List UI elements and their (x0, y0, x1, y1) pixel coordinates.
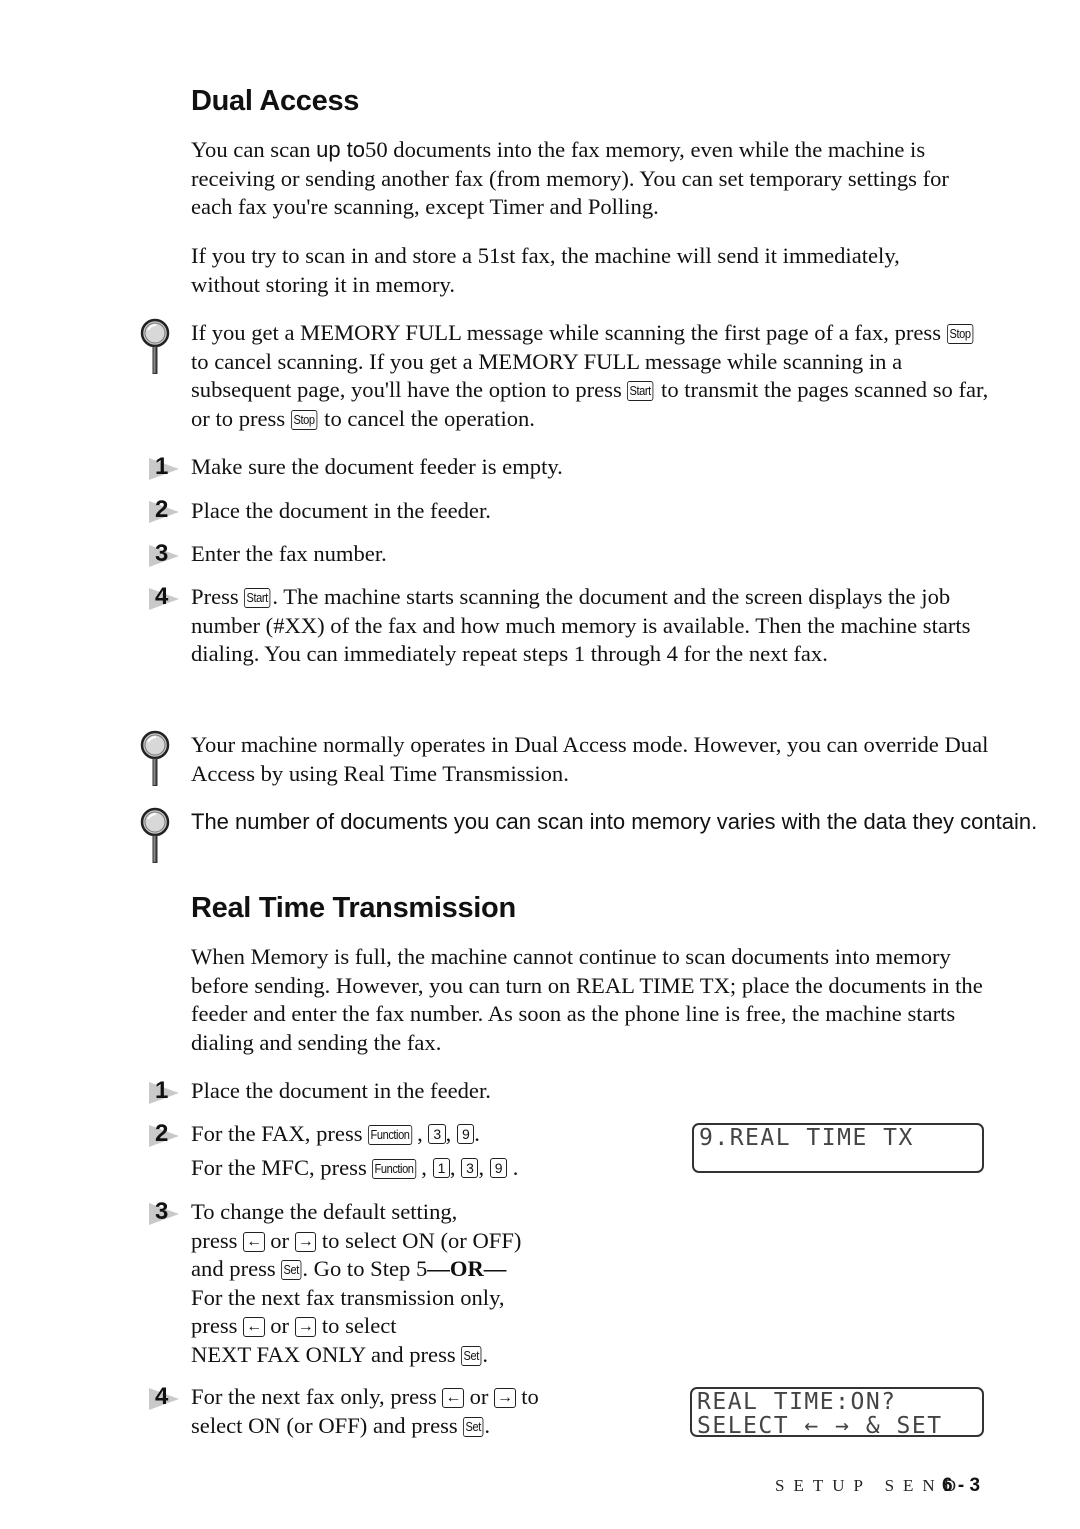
real-time-step-4: For the next fax only, press ← or → to s… (191, 1383, 651, 1440)
digit-key-3: 3 (428, 1124, 446, 1144)
dual-access-paragraph-1: You can scan up to50 documents into the … (191, 136, 991, 222)
step-number-1: 1 (149, 1077, 179, 1107)
set-key: Set (461, 1345, 482, 1366)
step-digit: 4 (155, 583, 169, 610)
text-line: press ← or → to select (191, 1312, 651, 1341)
or-separator: —OR— (427, 1256, 507, 1282)
lcd-display-real-time-on: REAL TIME:ON? SELECT ← → & SET (690, 1387, 984, 1439)
dual-access-step-2: Place the document in the feeder. (191, 498, 491, 523)
step-digit: 3 (155, 1198, 169, 1225)
stop-key: Stop (946, 324, 973, 344)
dual-access-step-3: Enter the fax number. (191, 541, 387, 566)
digit-key-1: 1 (432, 1157, 450, 1178)
section-title-dual-access: Dual Access (191, 85, 360, 117)
set-key: Set (463, 1416, 484, 1437)
start-key: Start (627, 381, 654, 402)
text: For the MFC, press (191, 1154, 373, 1180)
text: or (264, 1313, 295, 1339)
right-arrow-key: → (494, 1388, 516, 1408)
text: to (515, 1384, 539, 1409)
stop-key: Stop (290, 409, 317, 430)
text: If you get a MEMORY FULL message while s… (191, 320, 947, 345)
text-up-to: up to (316, 137, 366, 162)
text: to select (316, 1313, 397, 1339)
real-time-step-3: To change the default setting, press ← o… (191, 1198, 651, 1370)
text: select ON (or OFF) and press (191, 1412, 464, 1438)
fax-instruction: For the FAX, press Function, 3, 9. (191, 1121, 480, 1146)
left-arrow-key: ← (243, 1231, 265, 1252)
text: For the next fax only, press (191, 1384, 443, 1409)
step-number-4: 4 (149, 1383, 179, 1413)
text: press (191, 1227, 244, 1253)
text-line: To change the default setting, (191, 1199, 458, 1224)
text: . The machine starts scanning the docume… (191, 584, 971, 667)
text: Press (191, 584, 245, 609)
text: . Go to Step 5 (302, 1256, 428, 1282)
step-digit: 2 (155, 1120, 169, 1147)
step-number-3: 3 (149, 540, 179, 570)
text-line: For the next fax transmission only, (191, 1284, 505, 1310)
function-key: Function (368, 1125, 413, 1145)
step-number-1: 1 (149, 453, 179, 483)
text: You can scan (191, 137, 317, 162)
step-digit: 2 (155, 496, 169, 523)
lcd-display-real-time-tx: 9.REAL TIME TX (692, 1123, 984, 1173)
note-dual-access-mode: Your machine normally operates in Dual A… (191, 732, 989, 786)
text: to select ON (or OFF) (316, 1227, 522, 1253)
text: press (191, 1313, 244, 1339)
step-number-2: 2 (149, 496, 179, 526)
real-time-paragraph: When Memory is full, the machine cannot … (191, 944, 983, 1055)
step-digit: 1 (155, 453, 169, 480)
magnifier-note-icon (140, 807, 170, 863)
text-line: and press Set. Go to Step 5—OR— (191, 1255, 651, 1284)
step-number-3: 3 (149, 1198, 179, 1228)
lcd-line-2: SELECT ← → & SET (697, 1413, 943, 1439)
real-time-step-1: Place the document in the feeder. (191, 1078, 491, 1103)
digit-key-9: 9 (456, 1124, 475, 1144)
dual-access-step-4: Press Start. The machine starts scanning… (191, 583, 981, 669)
mfc-instruction: For the MFC, press Function, 1, 3, 9 . (191, 1154, 519, 1180)
footer-page-number: 6 - 3 (942, 1475, 981, 1496)
text: . (484, 1412, 490, 1438)
lcd-line-1: 9.REAL TIME TX (699, 1125, 914, 1151)
digit-key-9: 9 (489, 1157, 508, 1178)
step-digit: 1 (155, 1077, 169, 1104)
note-memory-full: If you get a MEMORY FULL message while s… (191, 319, 991, 433)
text-line: For the next fax only, press ← or → to (191, 1383, 651, 1412)
dual-access-step-1: Make sure the document feeder is empty. (191, 454, 563, 479)
text: or (264, 1227, 295, 1253)
step-number-4: 4 (149, 583, 179, 613)
set-key: Set (281, 1260, 302, 1281)
text-line: press ← or → to select ON (or OFF) (191, 1227, 651, 1256)
text: For the FAX, press (191, 1121, 369, 1146)
right-arrow-key: → (294, 1231, 317, 1252)
left-arrow-key: ← (442, 1388, 464, 1408)
text: NEXT FAX ONLY and press (191, 1341, 462, 1367)
text: and press (191, 1256, 282, 1282)
digit-key-3: 3 (461, 1157, 479, 1178)
text: or (463, 1384, 495, 1409)
dual-access-paragraph-2: If you try to scan in and store a 51st f… (191, 243, 900, 297)
footer-section-name: SETUP SEND (775, 1476, 965, 1495)
step-digit: 4 (155, 1383, 169, 1410)
step-digit: 3 (155, 540, 169, 567)
start-key: Start (244, 588, 271, 608)
text: . (482, 1341, 488, 1367)
right-arrow-key: → (294, 1317, 317, 1338)
lcd-line-1: REAL TIME:ON? (697, 1389, 897, 1415)
section-title-real-time-transmission: Real Time Transmission (191, 892, 516, 924)
left-arrow-key: ← (243, 1317, 265, 1338)
note-memory-varies: The number of documents you can scan int… (191, 809, 1038, 834)
text-line: select ON (or OFF) and press Set. (191, 1412, 651, 1441)
magnifier-note-icon (140, 730, 170, 786)
text: to cancel the operation. (318, 405, 535, 431)
step-number-2: 2 (149, 1120, 179, 1150)
real-time-step-2: For the FAX, press Function, 3, 9. For t… (191, 1120, 651, 1182)
function-key: Function (372, 1158, 417, 1179)
magnifier-note-icon (140, 318, 170, 374)
text-line: NEXT FAX ONLY and press Set. (191, 1341, 651, 1370)
